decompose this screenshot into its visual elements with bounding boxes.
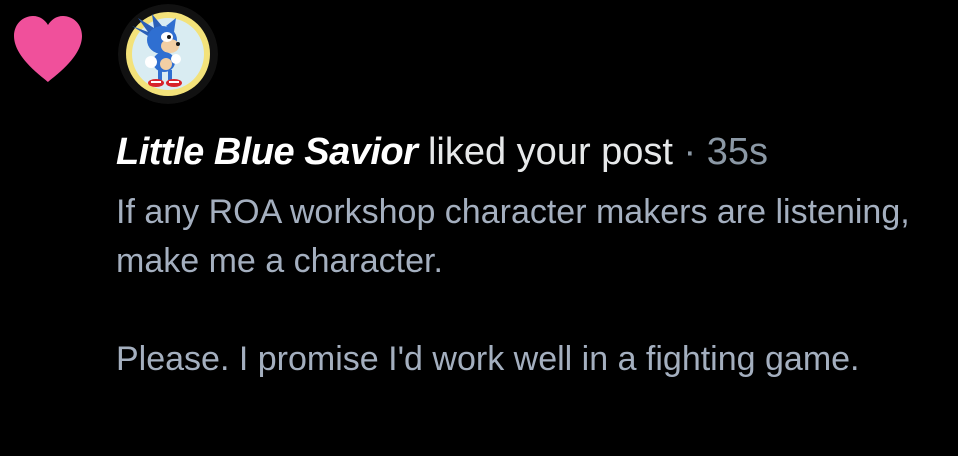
- like-notification[interactable]: Little Blue Savior liked your post · 35s…: [0, 0, 958, 456]
- username-link[interactable]: Little Blue Savior: [116, 131, 418, 173]
- notification-headline: Little Blue Savior liked your post · 35s: [116, 128, 946, 176]
- avatar[interactable]: [118, 4, 218, 104]
- action-text: liked your post: [427, 131, 673, 173]
- timestamp[interactable]: 35s: [707, 131, 768, 173]
- heart-icon: [14, 16, 82, 82]
- separator-dot: ·: [683, 131, 697, 173]
- post-text[interactable]: If any ROA workshop character makers are…: [116, 188, 936, 384]
